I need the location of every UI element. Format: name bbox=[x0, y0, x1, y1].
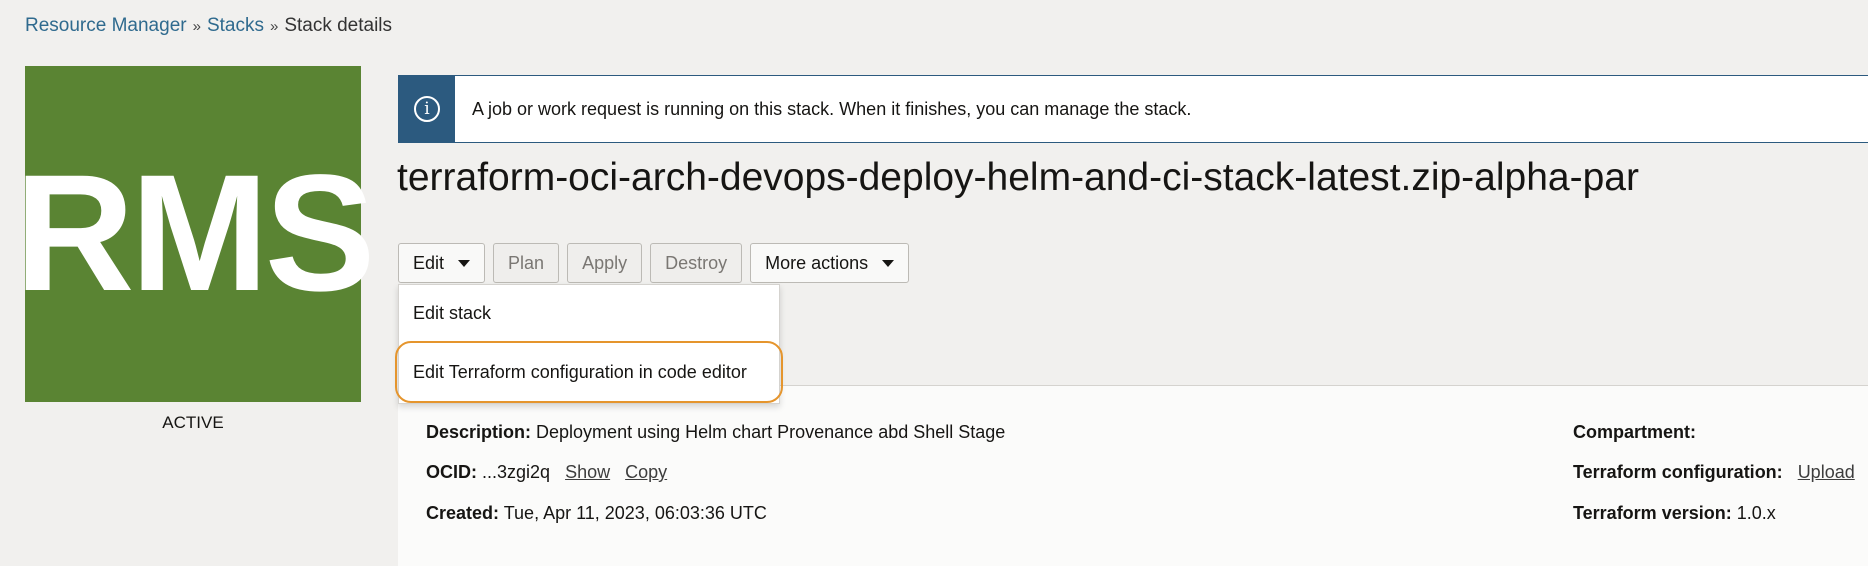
apply-button[interactable]: Apply bbox=[567, 243, 643, 283]
menu-item-edit-stack[interactable]: Edit stack bbox=[399, 285, 779, 341]
edit-dropdown-menu: Edit stack Edit Terraform configuration … bbox=[395, 284, 783, 404]
created-row: Created: Tue, Apr 11, 2023, 06:03:36 UTC bbox=[426, 503, 767, 524]
created-label: Created: bbox=[426, 503, 500, 523]
chevron-down-icon bbox=[882, 259, 895, 267]
breadcrumb-separator: » bbox=[269, 17, 279, 35]
tile-label: RMS bbox=[14, 141, 376, 326]
ocid-copy-link[interactable]: Copy bbox=[625, 462, 667, 482]
breadcrumb-stacks[interactable]: Stacks bbox=[207, 15, 264, 37]
plan-button[interactable]: Plan bbox=[493, 243, 560, 283]
breadcrumb-separator: » bbox=[192, 17, 201, 35]
edit-button[interactable]: Edit bbox=[398, 243, 486, 283]
description-value: Deployment using Helm chart Provenance a… bbox=[536, 422, 1006, 442]
ocid-row: OCID: ...3zgi2q Show Copy bbox=[426, 462, 667, 483]
chevron-down-icon bbox=[458, 259, 471, 267]
terraform-version-label: Terraform version: bbox=[1573, 503, 1732, 523]
breadcrumb-current: Stack details bbox=[284, 15, 393, 36]
terraform-version-row: Terraform version: 1.0.x bbox=[1573, 503, 1776, 524]
ocid-value: ...3zgi2q bbox=[482, 462, 551, 482]
menu-item-edit-terraform-config[interactable]: Edit Terraform configuration in code edi… bbox=[395, 341, 783, 403]
info-icon: i bbox=[399, 76, 455, 142]
description-label: Description: bbox=[426, 422, 532, 442]
terraform-config-row: Terraform configuration: Upload bbox=[1573, 462, 1855, 483]
description-row: Description: Deployment using Helm chart… bbox=[426, 422, 1005, 443]
terraform-config-upload-link[interactable]: Upload bbox=[1798, 462, 1855, 482]
compartment-row: Compartment: bbox=[1573, 422, 1696, 443]
action-toolbar: Edit Plan Apply Destroy More actions bbox=[398, 243, 917, 283]
stack-icon-tile: RMS bbox=[15, 66, 375, 402]
terraform-version-value: 1.0.x bbox=[1736, 503, 1776, 523]
ocid-label: OCID: bbox=[426, 462, 477, 482]
destroy-button[interactable]: Destroy bbox=[650, 243, 743, 283]
banner-message: A job or work request is running on this… bbox=[472, 98, 1192, 119]
status-label: ACTIVE bbox=[162, 413, 224, 432]
terraform-config-label: Terraform configuration: bbox=[1573, 462, 1783, 482]
page-title: terraform-oci-arch-devops-deploy-helm-an… bbox=[397, 156, 1639, 199]
breadcrumb-resource-manager[interactable]: Resource Manager bbox=[25, 15, 187, 37]
more-actions-button[interactable]: More actions bbox=[750, 243, 910, 283]
compartment-label: Compartment: bbox=[1573, 422, 1697, 442]
breadcrumb: Resource Manager » Stacks » Stack detail… bbox=[25, 15, 392, 37]
created-value: Tue, Apr 11, 2023, 06:03:36 UTC bbox=[503, 503, 767, 523]
stack-details-panel: Description: Deployment using Helm chart… bbox=[398, 385, 1868, 566]
ocid-show-link[interactable]: Show bbox=[565, 462, 610, 482]
edit-button-label: Edit bbox=[413, 252, 445, 273]
info-banner: i A job or work request is running on th… bbox=[398, 75, 1868, 143]
more-actions-label: More actions bbox=[765, 252, 869, 273]
